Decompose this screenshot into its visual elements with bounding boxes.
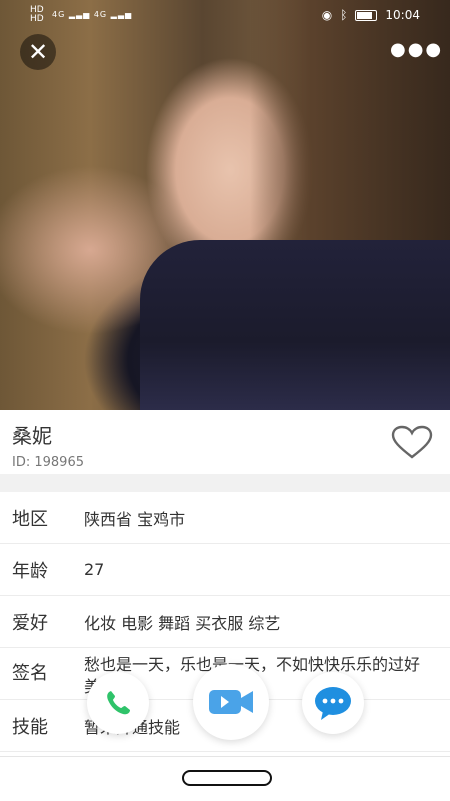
phone-icon (107, 691, 130, 715)
status-right: ◉ ᛒ 10:04 (322, 8, 420, 22)
detail-value: 化妆 电影 舞蹈 买衣服 综艺 (84, 613, 281, 633)
detail-row-region: 地区 陕西省 宝鸡市 (0, 492, 450, 544)
detail-label: 年龄 (12, 560, 48, 582)
video-camera-icon (209, 690, 253, 714)
chat-button[interactable] (302, 672, 364, 734)
video-call-button[interactable] (193, 664, 269, 740)
status-bar: HD HD 4G ▂▃▅ 4G ▂▃▅ ◉ ᛒ 10:04 (0, 0, 450, 32)
detail-row-age: 年龄 27 (0, 544, 450, 596)
hd-badge: HD (30, 14, 44, 24)
more-button[interactable]: ●●● (390, 38, 441, 62)
status-hd-badges: HD HD (30, 6, 44, 24)
profile-id: ID: 198965 (12, 455, 84, 470)
close-button[interactable]: ✕ (20, 34, 56, 70)
detail-label: 爱好 (12, 612, 48, 634)
voice-call-button[interactable] (87, 672, 149, 734)
section-divider (0, 474, 450, 492)
profile-name: 桑妮 (12, 424, 52, 448)
profile-photo (0, 0, 450, 410)
chat-bubble-icon (315, 687, 351, 720)
detail-label: 签名 (12, 663, 48, 684)
profile-header: 桑妮 ID: 198965 (12, 420, 84, 470)
network-label: 4G (52, 10, 66, 19)
detail-label: 技能 (12, 716, 48, 738)
more-icon: ●●● (390, 39, 444, 60)
close-icon: ✕ (27, 38, 49, 66)
detail-label: 地区 (12, 508, 48, 530)
detail-value: 陕西省 宝鸡市 (84, 509, 186, 529)
network-label: 4G (93, 10, 108, 19)
heart-icon[interactable] (391, 425, 433, 459)
home-indicator[interactable] (182, 770, 272, 786)
eye-icon: ◉ (321, 8, 333, 22)
signal-indicators: 4G ▂▃▅ 4G ▂▃▅ (52, 10, 133, 19)
battery-icon (355, 9, 378, 21)
clock: 10:04 (385, 8, 420, 22)
detail-value: 27 (84, 560, 105, 579)
detail-row-hobbies: 爱好 化妆 电影 舞蹈 买衣服 综艺 (0, 596, 450, 648)
photo-sweater-shade (140, 240, 450, 410)
bluetooth-icon: ᛒ (340, 8, 348, 22)
